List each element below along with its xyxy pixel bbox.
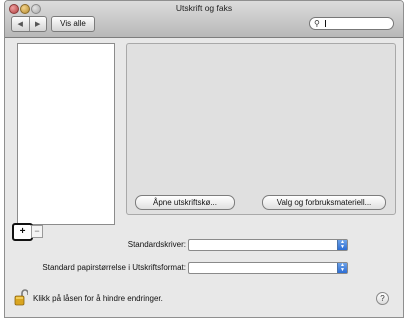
title-bar: Utskrift og faks ◀ ▶ Vis alle ⚲ [5,1,403,38]
forward-icon[interactable]: ▶ [30,17,47,31]
remove-printer-button[interactable]: − [31,225,43,238]
default-paper-size-label: Standard papirstørrelse i Utskriftsforma… [42,263,186,272]
window-title: Utskrift og faks [175,3,233,13]
help-button[interactable]: ? [376,292,389,305]
lock-message: Klikk på låsen for å hindre endringer. [33,294,163,303]
options-supplies-button[interactable]: Valg og forbruksmateriell... [262,195,386,210]
show-all-button[interactable]: Vis alle [51,16,95,32]
default-paper-size-popup[interactable]: ▲ ▼ [188,262,348,274]
text-cursor [325,20,326,27]
printer-list[interactable] [17,43,115,225]
popup-arrows-icon: ▲ ▼ [337,240,347,250]
open-print-queue-button[interactable]: Åpne utskriftskø... [135,195,235,210]
back-forward-control: ◀ ▶ [11,16,47,32]
default-printer-label: Standardskriver: [127,240,186,249]
popup-arrows-icon: ▲ ▼ [337,263,347,273]
search-field[interactable]: ⚲ [309,17,394,30]
printer-detail-panel: Åpne utskriftskø... Valg og forbruksmate… [126,43,396,215]
system-preferences-window: Utskrift og faks ◀ ▶ Vis alle ⚲ Åpne uts… [4,0,404,318]
search-icon: ⚲ [314,19,320,28]
default-printer-popup[interactable]: ▲ ▼ [188,239,348,251]
add-printer-button[interactable]: + [12,223,33,241]
back-icon[interactable]: ◀ [12,17,30,31]
lock-icon[interactable] [14,288,28,306]
